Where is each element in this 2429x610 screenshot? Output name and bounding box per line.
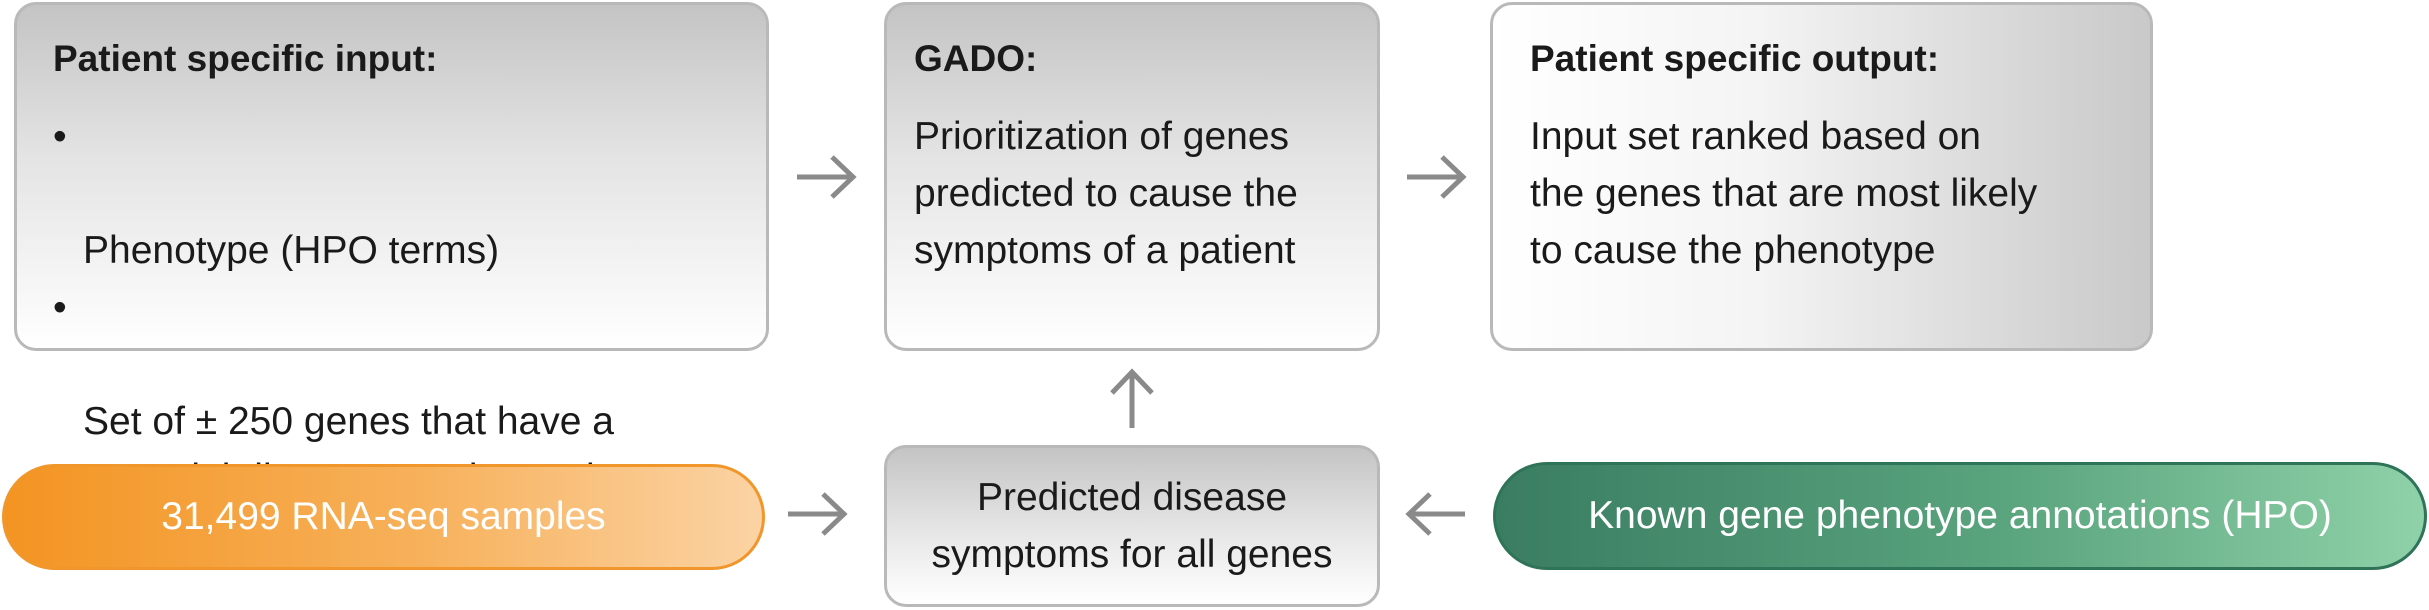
predicted-symptoms-text: Predicted disease symptoms for all genes [932, 469, 1333, 583]
gado-line: predicted to cause the [914, 172, 1298, 215]
patient-input-box: Patient specific input: • Phenotype (HPO… [14, 2, 769, 500]
output-line: to cause the phenotype [1530, 229, 1936, 272]
arrow-right-icon [788, 492, 848, 536]
arrow-up-icon [1110, 368, 1154, 428]
patient-input-list: • Phenotype (HPO terms) • Set of ± 250 g… [53, 108, 766, 507]
bullet-icon: • [53, 115, 67, 158]
patient-output-box: Patient specific output: Input set ranke… [1490, 2, 2153, 351]
patient-output-heading: Patient specific output: [1530, 38, 1940, 79]
arrow-right-icon [1407, 155, 1467, 199]
gado-box: GADO: Prioritization of genes predicted … [884, 2, 1380, 351]
arrow-right-icon [797, 155, 857, 199]
list-item-text: Phenotype (HPO terms) [83, 229, 500, 272]
known-annotations-pill: Known gene phenotype annotations (HPO) [1493, 462, 2427, 570]
list-item: • Phenotype (HPO terms) [53, 108, 766, 279]
rna-seq-samples-label: 31,499 RNA-seq samples [161, 495, 606, 538]
predicted-symptoms-box: Predicted disease symptoms for all genes [884, 445, 1380, 607]
known-annotations-label: Known gene phenotype annotations (HPO) [1588, 494, 2332, 537]
output-line: Input set ranked based on [1530, 115, 1981, 158]
patient-input-heading: Patient specific input: [53, 38, 438, 79]
output-line: the genes that are most likely [1530, 172, 2038, 215]
predicted-line: symptoms for all genes [931, 533, 1333, 576]
predicted-line: Predicted disease [976, 476, 1288, 519]
gado-heading: GADO: [914, 38, 1038, 79]
gado-line: Prioritization of genes [914, 115, 1290, 158]
gado-line: symptoms of a patient [914, 229, 1296, 272]
rna-seq-samples-pill: 31,499 RNA-seq samples [2, 464, 765, 570]
bullet-icon: • [53, 286, 67, 329]
arrow-left-icon [1405, 492, 1465, 536]
